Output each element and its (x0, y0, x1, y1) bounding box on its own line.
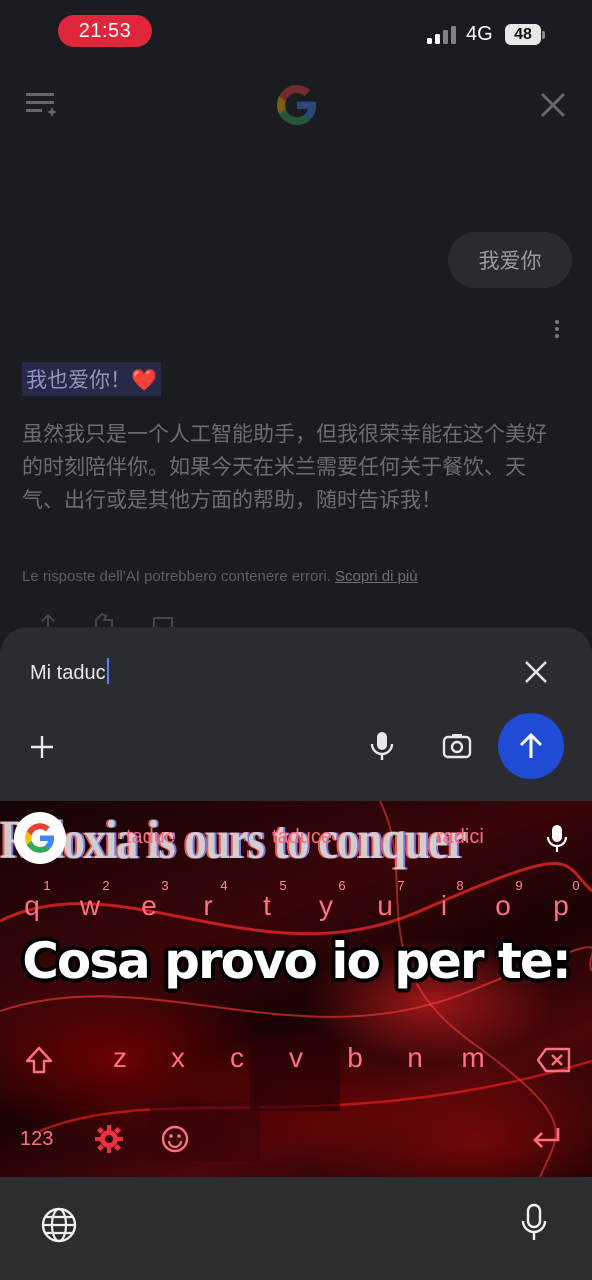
send-button[interactable] (498, 713, 564, 779)
key-i[interactable]: i (424, 890, 464, 922)
shift-key-icon[interactable] (24, 1045, 54, 1075)
numbers-key[interactable]: 123 (20, 1128, 53, 1151)
arrow-up-icon (519, 732, 543, 758)
voice-input-button[interactable] (368, 730, 396, 762)
key-e[interactable]: e (129, 890, 169, 922)
battery-tip (542, 31, 545, 39)
reply-heading: 我也爱你！❤️ (22, 362, 162, 396)
lens-camera-button[interactable] (441, 731, 473, 761)
video-caption: Cosa provo io per te: (22, 932, 572, 990)
key-v[interactable]: v (276, 1042, 316, 1074)
network-type: 4G (466, 23, 493, 45)
key-w[interactable]: w (70, 890, 110, 922)
prompt-input-value: Mi taduc (30, 662, 106, 684)
key-n[interactable]: n (395, 1042, 435, 1074)
learn-more-link[interactable]: Scopri di più (335, 568, 418, 585)
reply-body: 虽然我只是一个人工智能助手，但我很荣幸能在这个美好的时刻陪伴你。如果今天在米兰需… (22, 422, 547, 512)
google-g-keyboard-icon[interactable] (14, 812, 66, 864)
key-m[interactable]: m (453, 1042, 493, 1074)
google-logo-icon (274, 82, 320, 128)
user-message-bubble: 我爱你 (448, 232, 572, 288)
key-c[interactable]: c (217, 1042, 257, 1074)
key-z[interactable]: z (100, 1042, 140, 1074)
add-attachment-button[interactable] (28, 733, 56, 761)
history-menu-icon[interactable] (26, 90, 60, 118)
dictation-mic-icon[interactable] (520, 1203, 548, 1243)
status-time: 21:53 (58, 15, 152, 47)
cellular-signal-icon (427, 26, 459, 44)
composer-sheet (0, 627, 592, 807)
battery-indicator: 48 (505, 24, 541, 45)
key-u[interactable]: u (365, 890, 405, 922)
key-b[interactable]: b (335, 1042, 375, 1074)
suggestion-2[interactable]: taduce (272, 826, 332, 849)
prompt-input[interactable]: Mi taduc (30, 658, 109, 685)
gear-icon[interactable] (94, 1124, 124, 1154)
key-y[interactable]: y (306, 890, 346, 922)
ai-disclaimer: Le risposte dell'AI potrebbero contenere… (22, 568, 418, 585)
more-options-icon[interactable] (551, 318, 563, 342)
key-o[interactable]: o (483, 890, 523, 922)
suggestion-3[interactable]: radici (436, 826, 484, 849)
video-overlay-text: Roloxia is ours to conquer (0, 809, 466, 871)
suggestion-1[interactable]: taduc (126, 826, 175, 849)
close-icon[interactable] (538, 90, 568, 120)
text-caret (106, 658, 109, 684)
keyboard-bottom-bar (0, 1177, 592, 1280)
disclaimer-text: Le risposte dell'AI potrebbero contenere… (22, 568, 331, 585)
keyboard-mic-icon[interactable] (545, 824, 569, 854)
key-t[interactable]: t (247, 890, 287, 922)
emoji-icon[interactable] (160, 1124, 190, 1154)
key-q[interactable]: q (12, 890, 52, 922)
clear-input-button[interactable] (522, 658, 550, 686)
key-r[interactable]: r (188, 890, 228, 922)
key-p[interactable]: p (541, 890, 581, 922)
backspace-key-icon[interactable] (536, 1046, 572, 1074)
enter-key-icon[interactable] (530, 1126, 562, 1152)
key-x[interactable]: x (158, 1042, 198, 1074)
globe-icon[interactable] (40, 1206, 78, 1244)
